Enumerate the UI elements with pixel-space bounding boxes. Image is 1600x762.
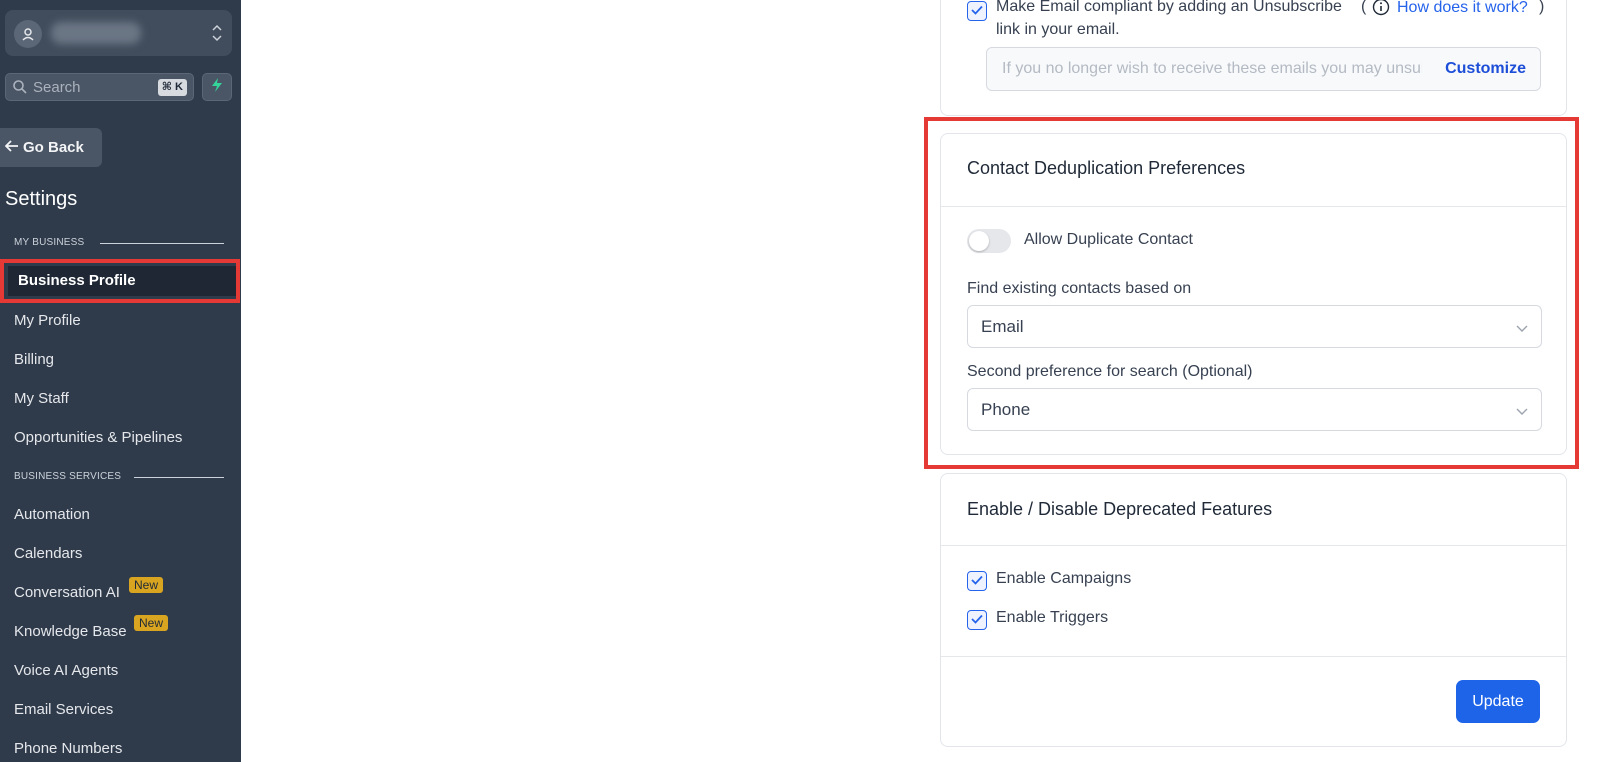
section-divider (134, 477, 224, 478)
allow-duplicate-label: Allow Duplicate Contact (1024, 231, 1193, 248)
search-icon (12, 79, 28, 100)
sidebar-item-billing[interactable]: Billing (14, 351, 54, 368)
sidebar-item-label: Business Profile (18, 272, 136, 289)
account-switcher[interactable] (5, 10, 232, 56)
account-name-blurred (51, 22, 141, 44)
second-preference-select[interactable]: Phone (967, 388, 1542, 431)
new-badge: New (129, 577, 164, 593)
search-input[interactable]: Search ⌘ K (5, 73, 194, 101)
contact-dedup-card: Contact Deduplication Preferences Allow … (940, 133, 1567, 455)
allow-duplicate-toggle[interactable] (967, 229, 1011, 253)
sidebar-item-phone-numbers[interactable]: Phone Numbers (14, 740, 122, 757)
update-button[interactable]: Update (1456, 680, 1540, 723)
card-divider (941, 545, 1566, 546)
find-existing-label: Find existing contacts based on (967, 280, 1192, 297)
enable-triggers-checkbox[interactable] (967, 610, 987, 630)
sidebar: Search ⌘ K Go Back Settings MY BUSINESS … (0, 0, 241, 762)
sidebar-item-my-staff[interactable]: My Staff (14, 390, 69, 407)
card-divider (941, 656, 1566, 657)
sidebar-item-email-services[interactable]: Email Services (14, 701, 113, 718)
how-does-it-work-link[interactable]: How does it work? (1397, 0, 1528, 17)
sidebar-item-conversation-ai[interactable]: Conversation AI (14, 584, 120, 601)
sidebar-item-calendars[interactable]: Calendars (14, 545, 82, 562)
check-icon (971, 2, 983, 20)
unsubscribe-label-line2: link in your email. (996, 21, 1120, 38)
sidebar-item-knowledge-base[interactable]: Knowledge Base (14, 623, 127, 640)
chevron-down-icon (1515, 320, 1529, 338)
find-existing-select[interactable]: Email (967, 305, 1542, 348)
bolt-icon (210, 77, 224, 98)
toggle-knob (969, 231, 989, 251)
enable-campaigns-checkbox[interactable] (967, 571, 987, 591)
unsubscribe-text-input[interactable]: If you no longer wish to receive these e… (986, 47, 1541, 91)
go-back-label: Go Back (23, 139, 84, 156)
quick-action-button[interactable] (202, 73, 232, 101)
customize-button[interactable]: Customize (1445, 60, 1526, 78)
search-placeholder: Search (33, 79, 81, 96)
card-divider (941, 206, 1566, 207)
arrow-left-icon (4, 139, 19, 156)
sidebar-item-automation[interactable]: Automation (14, 506, 90, 523)
unsubscribe-label-line1: Make Email compliant by adding an Unsubs… (996, 0, 1342, 15)
section-divider (100, 243, 224, 244)
settings-title: Settings (5, 188, 78, 210)
check-icon (971, 572, 983, 590)
new-badge: New (134, 615, 169, 631)
sidebar-item-voice-ai-agents[interactable]: Voice AI Agents (14, 662, 118, 679)
location-icon (14, 20, 42, 48)
search-shortcut: ⌘ K (157, 79, 187, 96)
section-business-services: BUSINESS SERVICES (14, 471, 122, 482)
chevron-down-icon (1515, 403, 1529, 421)
sidebar-item-my-profile[interactable]: My Profile (14, 312, 81, 329)
unsubscribe-placeholder: If you no longer wish to receive these e… (1002, 60, 1422, 77)
email-compliance-card: Make Email compliant by adding an Unsubs… (940, 0, 1567, 116)
second-preference-label: Second preference for search (Optional) (967, 363, 1253, 380)
sidebar-item-opportunities[interactable]: Opportunities & Pipelines (14, 429, 182, 446)
chevron-updown-icon (210, 22, 224, 44)
active-highlight: Business Profile (0, 259, 240, 303)
paren-close: ) (1539, 0, 1545, 15)
deprecated-features-card: Enable / Disable Deprecated Features Ena… (940, 473, 1567, 747)
check-icon (971, 611, 983, 629)
go-back-button[interactable]: Go Back (0, 128, 102, 167)
info-icon (1372, 0, 1390, 21)
unsubscribe-checkbox[interactable] (967, 1, 987, 21)
paren-open: ( (1361, 0, 1367, 15)
enable-triggers-label: Enable Triggers (996, 609, 1109, 626)
enable-campaigns-label: Enable Campaigns (996, 570, 1132, 587)
find-existing-value: Email (981, 317, 1024, 336)
second-preference-value: Phone (981, 400, 1031, 419)
sidebar-item-business-profile[interactable]: Business Profile (8, 266, 236, 296)
features-title: Enable / Disable Deprecated Features (967, 499, 1273, 519)
dedup-title: Contact Deduplication Preferences (967, 158, 1246, 178)
section-my-business: MY BUSINESS (14, 237, 85, 248)
